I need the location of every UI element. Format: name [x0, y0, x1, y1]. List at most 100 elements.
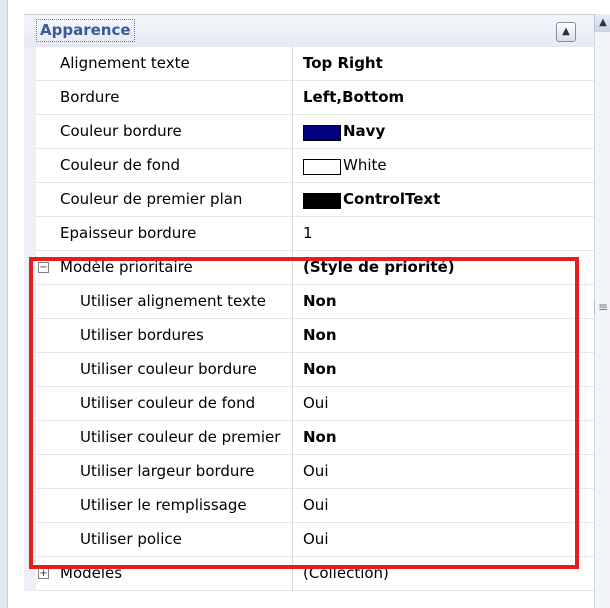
row-gutter	[24, 47, 36, 81]
property-value-cell[interactable]: Non	[293, 353, 594, 387]
property-value: 1	[303, 224, 313, 242]
property-row[interactable]: Epaisseur bordure 1	[24, 217, 594, 251]
category-label[interactable]: Apparence	[36, 19, 135, 42]
collapse-icon[interactable]: −	[38, 262, 49, 273]
color-swatch	[303, 193, 341, 209]
expand-icon[interactable]: +	[38, 568, 49, 579]
property-value-cell[interactable]: Oui	[293, 387, 594, 421]
property-name: Utiliser alignement texte	[80, 292, 266, 310]
property-value-cell[interactable]: (Style de priorité)	[293, 251, 594, 285]
row-gutter	[24, 183, 36, 217]
property-name: Epaisseur bordure	[60, 224, 197, 242]
property-value-cell[interactable]: Non	[293, 285, 594, 319]
property-name-cell[interactable]: Utiliser largeur bordure	[36, 455, 293, 489]
row-gutter	[24, 353, 36, 387]
property-row[interactable]: Couleur bordure Navy	[24, 115, 594, 149]
property-row[interactable]: Alignement texte Top Right	[24, 47, 594, 81]
property-row[interactable]: Utiliser largeur bordure Oui	[24, 455, 594, 489]
row-gutter	[24, 285, 36, 319]
property-name-cell[interactable]: Utiliser le remplissage	[36, 489, 293, 523]
property-value-cell[interactable]: Left,Bottom	[293, 81, 594, 115]
property-row[interactable]: Utiliser couleur bordure Non	[24, 353, 594, 387]
property-name-cell[interactable]: Alignement texte	[36, 47, 293, 81]
category-header-apparence[interactable]: Apparence ▲	[24, 14, 594, 47]
row-gutter	[24, 489, 36, 523]
property-value: ControlText	[343, 190, 441, 208]
property-row[interactable]: Utiliser police Oui	[24, 523, 594, 557]
property-value-cell[interactable]: 1	[293, 217, 594, 251]
property-row[interactable]: Bordure Left,Bottom	[24, 81, 594, 115]
row-gutter	[24, 455, 36, 489]
property-value-cell[interactable]: Oui	[293, 455, 594, 489]
property-row[interactable]: Utiliser bordures Non	[24, 319, 594, 353]
property-name: Utiliser largeur bordure	[80, 462, 255, 480]
property-name-cell[interactable]: Bordure	[36, 81, 293, 115]
property-name: Modèle prioritaire	[60, 258, 193, 276]
row-gutter	[24, 319, 36, 353]
property-row[interactable]: + Modèles (Collection)	[24, 557, 594, 591]
chevron-up-icon[interactable]: ▲	[556, 22, 576, 42]
row-gutter	[24, 421, 36, 455]
property-name-cell[interactable]: Couleur de fond	[36, 149, 293, 183]
property-value-cell[interactable]: ControlText	[293, 183, 594, 217]
property-grid: Apparence ▲ Alignement texte Top Right Bor…	[24, 14, 594, 591]
property-name: Modèles	[60, 564, 123, 582]
property-row[interactable]: Couleur de premier plan ControlText	[24, 183, 594, 217]
property-value: Non	[303, 292, 337, 310]
property-value: Non	[303, 428, 337, 446]
property-row[interactable]: Utiliser le remplissage Oui	[24, 489, 594, 523]
property-name-cell[interactable]: Utiliser couleur de premier	[36, 421, 293, 455]
property-value-cell[interactable]: Top Right	[293, 47, 594, 81]
property-value: Non	[303, 360, 337, 378]
property-value-cell[interactable]: Oui	[293, 489, 594, 523]
property-name-cell[interactable]: Utiliser bordures	[36, 319, 293, 353]
property-row[interactable]: − Modèle prioritaire (Style de priorité)	[24, 251, 594, 285]
property-value-cell[interactable]: (Collection)	[293, 557, 594, 591]
property-value: Top Right	[303, 54, 383, 72]
row-gutter	[24, 557, 36, 591]
property-value-cell[interactable]: Navy	[293, 115, 594, 149]
row-gutter	[24, 149, 36, 183]
property-value: Oui	[303, 530, 329, 548]
property-name: Couleur de fond	[60, 156, 180, 174]
vertical-scrollbar-track[interactable]	[594, 32, 610, 608]
property-row[interactable]: Couleur de fond White	[24, 149, 594, 183]
property-name-cell[interactable]: Utiliser alignement texte	[36, 285, 293, 319]
row-gutter	[24, 251, 36, 285]
scroll-grip-icon[interactable]: ≡	[594, 300, 610, 314]
property-name-cell[interactable]: Couleur de premier plan	[36, 183, 293, 217]
property-name-cell[interactable]: Utiliser police	[36, 523, 293, 557]
property-value-cell[interactable]: White	[293, 149, 594, 183]
property-name-cell[interactable]: Utiliser couleur de fond	[36, 387, 293, 421]
property-name: Utiliser couleur de fond	[80, 394, 256, 412]
property-row[interactable]: Utiliser couleur de fond Oui	[24, 387, 594, 421]
property-name: Alignement texte	[60, 54, 190, 72]
color-swatch	[303, 159, 341, 175]
property-name-cell[interactable]: Epaisseur bordure	[36, 217, 293, 251]
left-frame-border	[0, 0, 8, 608]
color-swatch	[303, 125, 341, 141]
property-name: Utiliser couleur de premier	[80, 428, 281, 446]
property-row[interactable]: Utiliser alignement texte Non	[24, 285, 594, 319]
property-name-cell[interactable]: + Modèles	[36, 557, 293, 591]
property-name-cell[interactable]: Couleur bordure	[36, 115, 293, 149]
property-value: (Collection)	[303, 564, 389, 582]
property-name: Utiliser couleur bordure	[80, 360, 257, 378]
property-name-cell[interactable]: − Modèle prioritaire	[36, 251, 293, 285]
property-row[interactable]: Utiliser couleur de premier Non	[24, 421, 594, 455]
property-value: Non	[303, 326, 337, 344]
property-value: (Style de priorité)	[303, 258, 455, 276]
property-value-cell[interactable]: Oui	[293, 523, 594, 557]
property-name: Couleur de premier plan	[60, 190, 243, 208]
property-value-cell[interactable]: Non	[293, 421, 594, 455]
property-value-cell[interactable]: Non	[293, 319, 594, 353]
property-name: Couleur bordure	[60, 122, 182, 140]
property-value: Left,Bottom	[303, 88, 405, 106]
row-gutter	[24, 115, 36, 149]
property-name: Utiliser bordures	[80, 326, 204, 344]
property-name-cell[interactable]: Utiliser couleur bordure	[36, 353, 293, 387]
scroll-up-arrow-icon[interactable]: ▲	[594, 14, 610, 32]
property-name: Utiliser le remplissage	[80, 496, 247, 514]
property-value: Oui	[303, 496, 329, 514]
property-name: Utiliser police	[80, 530, 182, 548]
